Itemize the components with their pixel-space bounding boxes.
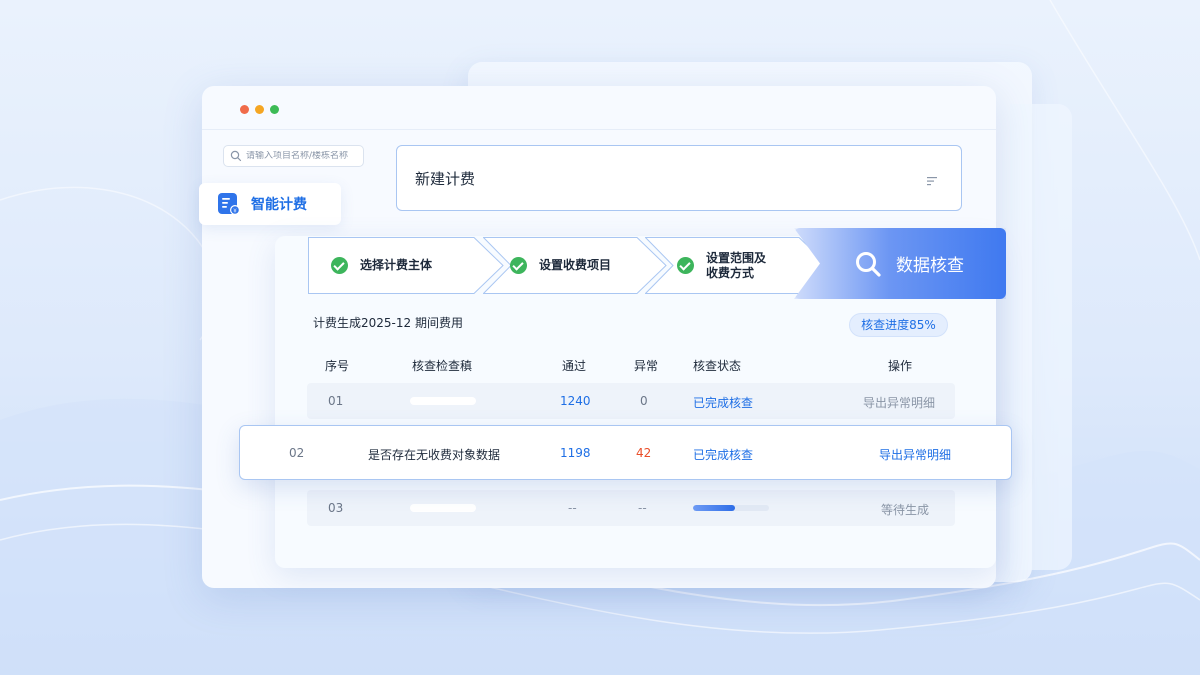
step-1[interactable]: 选择计费主体 <box>308 237 504 294</box>
column-header-status: 核查状态 <box>693 359 742 373</box>
new-billing-header[interactable]: 新建计费 <box>396 145 962 211</box>
row-pass-count: 1240 <box>560 394 591 408</box>
row-error-count: 42 <box>636 446 652 460</box>
row-error-count: -- <box>638 501 647 515</box>
title-bar <box>202 86 996 130</box>
row-status: 已完成核查 <box>693 448 754 462</box>
sidebar-item-smart-billing[interactable]: ¥ 智能计费 <box>199 183 341 225</box>
row-item-placeholder <box>410 397 476 405</box>
row-item: 是否存在无收费对象数据 <box>368 448 501 462</box>
check-icon <box>331 257 348 274</box>
table-row <box>307 383 955 419</box>
page-title: 新建计费 <box>415 169 476 188</box>
row-status: 已完成核查 <box>693 396 754 410</box>
step-3[interactable]: 设置范围及 收费方式 <box>645 237 829 294</box>
row-no: 03 <box>328 501 344 515</box>
column-header-item: 核查检查稹 <box>412 359 473 373</box>
minimize-dot[interactable] <box>255 105 264 114</box>
step-label: 选择计费主体 <box>360 258 433 272</box>
row-item-placeholder <box>410 504 476 512</box>
back-card-edge <box>1010 104 1072 570</box>
step-label: 设置范围及 收费方式 <box>706 251 766 281</box>
row-status-progress <box>693 505 769 511</box>
row-no: 01 <box>328 394 344 408</box>
check-icon <box>510 257 527 274</box>
step-label: 设置收费项目 <box>539 258 612 272</box>
magnifier-icon <box>856 251 881 277</box>
sidebar-item-label: 智能计费 <box>251 197 307 213</box>
search-box[interactable] <box>223 145 364 167</box>
search-input[interactable] <box>246 151 358 161</box>
table-row <box>307 490 955 526</box>
row-no: 02 <box>289 446 305 460</box>
close-dot[interactable] <box>240 105 249 114</box>
row-pass-count: 1198 <box>560 446 591 460</box>
progress-fill <box>693 505 735 511</box>
column-header-action: 操作 <box>888 359 913 373</box>
billing-doc-icon: ¥ <box>218 193 240 215</box>
step-data-verification[interactable]: 数据核查 <box>794 228 1006 299</box>
maximize-dot[interactable] <box>270 105 279 114</box>
column-header-no: 序号 <box>325 359 350 373</box>
step-2[interactable]: 设置收费项目 <box>483 237 667 294</box>
progress-badge: 核查进度85% <box>849 313 948 337</box>
step-label-line1: 设置范围及 <box>706 250 767 265</box>
svg-text:¥: ¥ <box>233 208 237 214</box>
period-text: 计费生成2025-12 期间费用 <box>313 316 463 330</box>
column-header-pass: 通过 <box>562 359 587 373</box>
check-icon <box>677 257 694 274</box>
search-icon <box>230 150 242 162</box>
export-errors-link[interactable]: 导出异常明细 <box>879 446 951 463</box>
row-error-count: 0 <box>640 394 648 408</box>
step-label-line2: 收费方式 <box>706 265 755 280</box>
filter-icon[interactable] <box>927 176 939 186</box>
column-header-error: 异常 <box>634 359 659 373</box>
active-step-label: 数据核查 <box>896 256 964 276</box>
row-pass-count: -- <box>568 501 577 515</box>
pending-status-text: 等待生成 <box>881 503 930 517</box>
export-errors-link[interactable]: 导出异常明细 <box>863 394 935 411</box>
